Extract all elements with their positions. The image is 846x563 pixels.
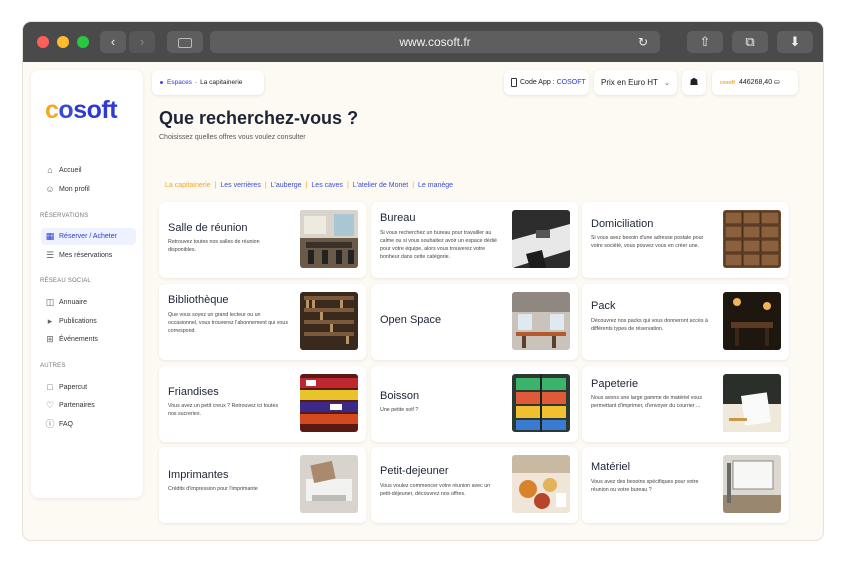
page-content: cosoft ⌂ Accueil ☺ Mon profil RÉSERVATIONS…: [23, 62, 823, 540]
office-desk-image: [512, 210, 570, 268]
calendar-plus-icon: ⊞: [46, 334, 54, 344]
heart-icon: ♡: [45, 400, 55, 410]
page-title: Que recherchez-vous ?: [159, 108, 359, 128]
sidebar: cosoft ⌂ Accueil ☺ Mon profil RÉSERVATIONS…: [31, 70, 143, 498]
card-imprimantes[interactable]: Imprimantes Crédits d'impression pour l'…: [159, 447, 366, 523]
share-button[interactable]: ⇧: [687, 31, 723, 53]
tabs-button[interactable]: ⧉: [732, 31, 768, 53]
card-bureau[interactable]: Bureau Si vous recherchez un bureau pour…: [371, 202, 578, 278]
breadcrumb-current: La capitainerie: [200, 79, 243, 86]
tab-l-auberge[interactable]: L'auberge: [271, 182, 302, 189]
section-autres: AUTRES: [40, 363, 66, 369]
sidebar-item-mon-profil[interactable]: ☺ Mon profil: [41, 181, 136, 198]
sidebar-item-mes-reservations[interactable]: ☰ Mes réservations: [41, 247, 136, 264]
minimize-window-button[interactable]: [57, 36, 69, 48]
sidebar-item-reserver-acheter[interactable]: ▦ Réserver / Acheter: [41, 228, 136, 245]
space-tabs: La capitainerie | Les verrières | L'auberge |…: [165, 182, 454, 189]
sidebar-toggle-button[interactable]: [167, 31, 203, 53]
tab-les-caves[interactable]: Les caves: [311, 182, 343, 189]
megaphone-icon: ▸: [47, 316, 53, 326]
sidebar-item-evenements[interactable]: ⊞ Événements: [41, 331, 136, 348]
user-icon: ☺: [45, 184, 55, 194]
browser-toolbar: ‹ › www.cosoft.fr ↻ ⇧ ⧉ ⬇: [23, 22, 823, 62]
breadcrumb-dot-icon: [160, 80, 163, 84]
sidebar-item-publications[interactable]: ▸ Publications: [41, 313, 136, 330]
cosoft-mini-logo: cosoft: [720, 80, 735, 86]
card-petit-dejeuner[interactable]: Petit-dejeuner Vous voulez commencer vot…: [371, 447, 578, 523]
tabs-icon: ⧉: [745, 34, 755, 49]
close-window-button[interactable]: [37, 36, 49, 48]
candy-image: [300, 374, 358, 432]
breadcrumb-link-espaces[interactable]: Espaces: [167, 79, 192, 86]
forward-button[interactable]: ›: [129, 31, 155, 53]
sidebar-item-accueil[interactable]: ⌂ Accueil: [41, 162, 136, 179]
url-text: www.cosoft.fr: [399, 35, 471, 49]
lounge-image: [723, 292, 781, 350]
sidebar-icon: [178, 37, 192, 48]
card-salle-de-reunion[interactable]: Salle de réunion Retrouvez toutes nos sa…: [159, 202, 366, 278]
sidebar-item-faq[interactable]: ⓘ FAQ: [41, 416, 136, 433]
sidebar-item-papercut[interactable]: □ Papercut: [41, 379, 136, 396]
chevron-right-icon: ›: [139, 34, 145, 49]
library-image: [300, 292, 358, 350]
sidebar-item-annuaire[interactable]: ◫ Annuaire: [41, 294, 136, 311]
chevron-down-icon: ⌄: [664, 80, 670, 87]
code-app-button[interactable]: Code App : COSOFT: [504, 70, 589, 95]
chevron-left-icon: ‹: [110, 34, 116, 49]
open-space-image: [512, 292, 570, 350]
document-icon: □: [47, 382, 53, 392]
phone-icon: [511, 77, 517, 87]
tab-les-verrieres[interactable]: Les verrières: [220, 182, 260, 189]
calendar-icon: ▦: [45, 231, 55, 241]
card-bibliotheque[interactable]: Bibliothèque Que vous soyez un grand lec…: [159, 284, 366, 360]
card-papeterie[interactable]: Papeterie Nous avons une large gamme de …: [582, 366, 789, 442]
coins-icon: ⛀: [774, 79, 780, 86]
tab-l-atelier-de-monet[interactable]: L'atelier de Monet: [353, 182, 408, 189]
printer-image: [300, 455, 358, 513]
section-reseau-social: RÉSEAU SOCIAL: [40, 278, 91, 284]
mailboxes-image: [723, 210, 781, 268]
help-icon: ⓘ: [45, 419, 55, 429]
basket-button[interactable]: ☗: [682, 70, 706, 95]
card-materiel[interactable]: Matériel Vous avez des besoins spécifiqu…: [582, 447, 789, 523]
stationery-image: [723, 374, 781, 432]
equipment-image: [723, 455, 781, 513]
card-pack[interactable]: Pack Découvrez nos packs qui vous donner…: [582, 284, 789, 360]
sidebar-item-partenaires[interactable]: ♡ Partenaires: [41, 397, 136, 414]
book-icon: ◫: [45, 297, 55, 307]
home-icon: ⌂: [47, 165, 53, 175]
breadcrumb: Espaces - La capitainerie: [152, 70, 264, 95]
cosoft-logo[interactable]: cosoft: [45, 96, 118, 125]
balance-badge[interactable]: cosoft 446268,40 ⛀: [712, 70, 798, 95]
browser-window: ‹ › www.cosoft.fr ↻ ⇧ ⧉ ⬇ cosoft ⌂ Accuei…: [23, 22, 823, 540]
basket-icon: ☗: [689, 77, 699, 88]
card-domiciliation[interactable]: Domiciliation Si vous avez besoin d'une …: [582, 202, 789, 278]
address-bar[interactable]: www.cosoft.fr ↻: [210, 31, 660, 53]
maximize-window-button[interactable]: [77, 36, 89, 48]
card-boisson[interactable]: Boisson Une petite soif ?: [371, 366, 578, 442]
back-button[interactable]: ‹: [100, 31, 126, 53]
card-friandises[interactable]: Friandises Vous avez un petit creux ? Re…: [159, 366, 366, 442]
layers-icon: ☰: [45, 250, 55, 260]
meeting-room-image: [300, 210, 358, 268]
tab-le-manege[interactable]: Le manège: [418, 182, 453, 189]
download-icon: ⬇: [789, 34, 801, 49]
card-open-space[interactable]: Open Space: [371, 284, 578, 360]
page-subtitle: Choisissez quelles offres vous voulez co…: [159, 134, 306, 141]
share-icon: ⇧: [699, 34, 711, 49]
downloads-button[interactable]: ⬇: [777, 31, 813, 53]
reload-icon[interactable]: ↻: [638, 31, 648, 53]
breakfast-image: [512, 455, 570, 513]
drinks-fridge-image: [512, 374, 570, 432]
section-reservations: RÉSERVATIONS: [40, 213, 89, 219]
price-mode-select[interactable]: Prix en Euro HT ⌄: [594, 70, 677, 95]
tab-la-capitainerie[interactable]: La capitainerie: [165, 182, 211, 189]
